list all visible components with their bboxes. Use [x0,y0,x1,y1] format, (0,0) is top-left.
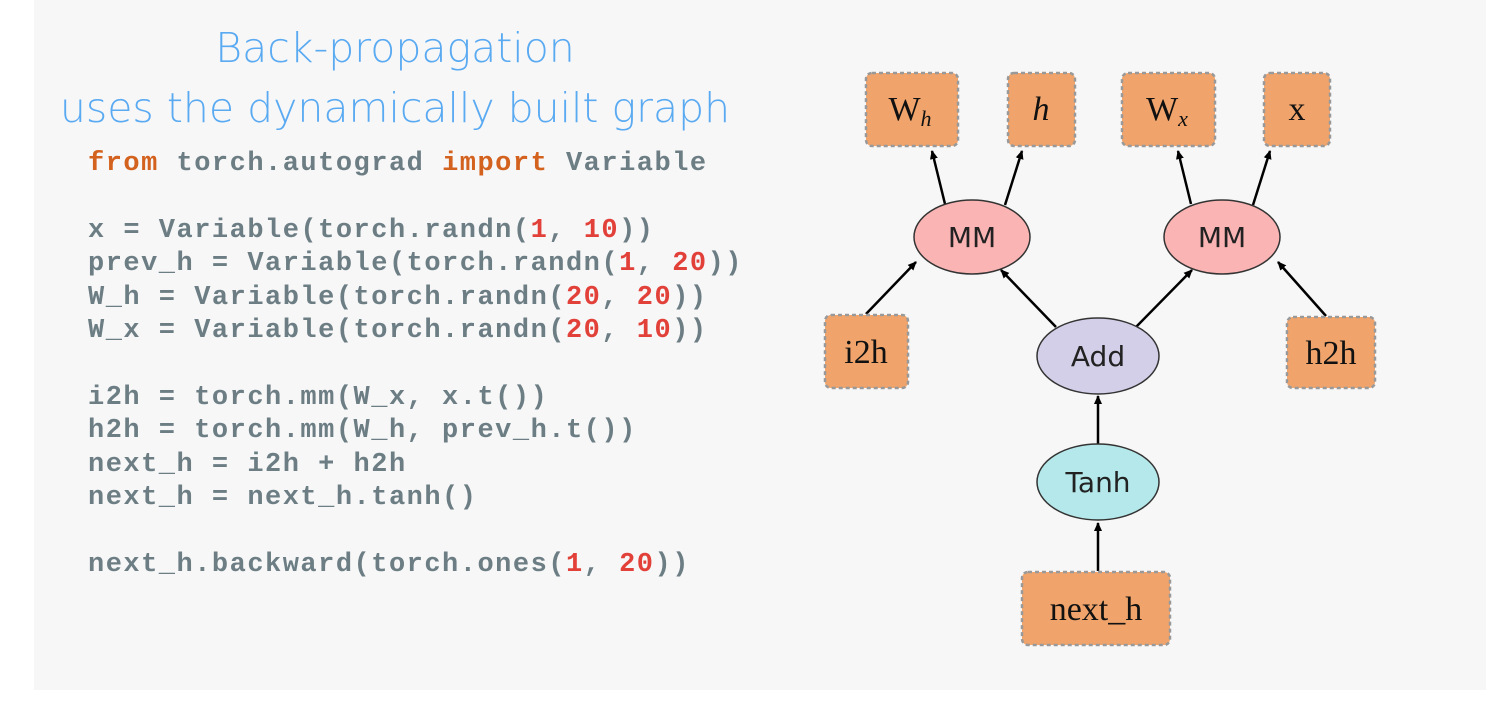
node-x: x [1262,71,1332,148]
svg-text:x: x [1289,91,1306,128]
node-next-h: next_h [1020,570,1172,647]
svg-text:MM: MM [948,221,996,254]
svg-text:h: h [1033,91,1050,128]
edge-i2h-mm1 [865,261,917,315]
svg-text:next_h: next_h [1050,591,1143,628]
svg-text:i2h: i2h [844,334,887,371]
svg-text:Add: Add [1071,340,1125,373]
node-wx: Wx [1120,71,1217,148]
computation-graph: Wh h Wx x i2h h2h next_h MM MM Add Tanh [823,71,1377,647]
edge-add-mm2 [1135,269,1193,328]
svg-text:Tanh: Tanh [1064,466,1130,499]
edge-mm1-wh [930,150,947,205]
edge-mm2-x [1251,150,1272,206]
node-mm2: MM [1163,199,1281,275]
svg-text:h2h: h2h [1306,335,1357,372]
node-mm1: MM [913,199,1031,275]
node-tanh: Tanh [1036,443,1160,521]
node-wh: Wh [864,71,960,148]
edge-mm2-wx [1176,150,1193,205]
edge-h2h-mm2 [1277,261,1327,317]
node-h2h: h2h [1285,315,1377,390]
edge-mm1-h [1003,150,1024,206]
node-add: Add [1036,317,1160,395]
node-i2h: i2h [823,313,910,390]
node-h: h [1006,71,1077,148]
svg-text:MM: MM [1198,221,1246,254]
edge-add-mm1 [1000,269,1057,328]
